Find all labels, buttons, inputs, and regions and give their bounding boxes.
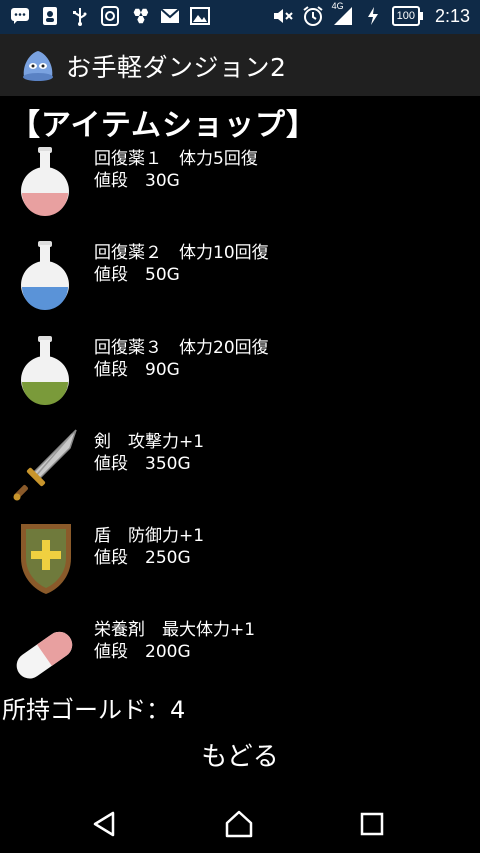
shop-item-shield[interactable]: 盾 防御力+1 値段 250G	[0, 518, 480, 613]
notification-icons	[10, 6, 210, 26]
home-nav-icon[interactable]	[222, 807, 256, 841]
navigation-bar	[0, 795, 480, 853]
shop-item-potion-1[interactable]: 回復薬１ 体力5回復 値段 30G	[0, 141, 480, 236]
app-title: お手軽ダンジョン2	[66, 53, 287, 82]
potion-green-icon	[12, 330, 78, 410]
item-price: 値段 350G	[94, 454, 191, 474]
sword-icon	[12, 424, 78, 504]
hexagon-app-icon	[130, 6, 150, 26]
back-nav-icon[interactable]	[88, 807, 122, 841]
shop-item-potion-3[interactable]: 回復薬３ 体力20回復 値段 90G	[0, 330, 480, 425]
shop-item-sword[interactable]: 剣 攻撃力+1 値段 350G	[0, 424, 480, 519]
item-price: 値段 200G	[94, 642, 191, 662]
usb-icon	[70, 6, 90, 26]
potion-blue-icon	[12, 235, 78, 315]
recents-nav-icon[interactable]	[355, 807, 389, 841]
signal-icon: 4G	[332, 1, 354, 27]
network-type: 4G	[331, 1, 344, 11]
image-icon	[190, 6, 210, 26]
clock: 2:13	[434, 5, 470, 26]
potion-red-icon	[12, 141, 78, 221]
chat-icon	[10, 6, 30, 26]
charging-icon	[362, 5, 384, 27]
shield-icon	[12, 518, 78, 598]
mute-icon	[272, 5, 294, 27]
contacts-icon	[40, 6, 60, 26]
item-price: 値段 50G	[94, 265, 180, 285]
shop-item-potion-2[interactable]: 回復薬２ 体力10回復 値段 50G	[0, 235, 480, 330]
back-button[interactable]: もどる	[180, 735, 300, 779]
gold-amount: 所持ゴールド：4	[2, 696, 186, 724]
slime-app-icon	[20, 47, 56, 83]
mail-icon	[160, 6, 180, 26]
item-price: 値段 250G	[94, 548, 191, 568]
shop-title: 【アイテムショップ】	[10, 108, 317, 143]
battery-level: 100	[391, 6, 420, 26]
item-price: 値段 30G	[94, 171, 180, 191]
alarm-icon	[302, 5, 324, 27]
app-bar: お手軽ダンジョン2	[0, 34, 480, 96]
item-price: 値段 90G	[94, 360, 180, 380]
system-status: 4G 100 2:13	[272, 1, 470, 27]
capsule-icon	[12, 612, 78, 692]
status-bar: 4G 100 2:13	[0, 0, 480, 34]
app-notification-icon	[100, 6, 120, 26]
battery-icon: 100	[391, 6, 423, 26]
